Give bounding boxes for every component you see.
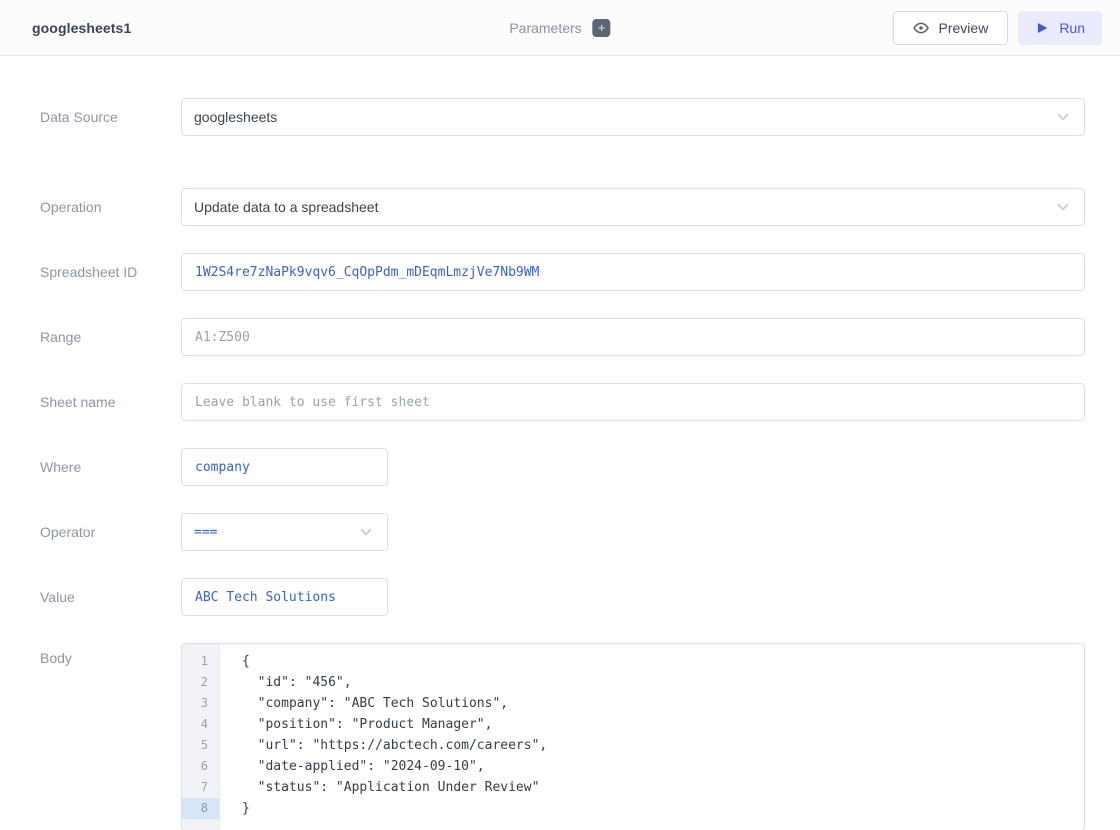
line-number: 6 <box>182 756 219 777</box>
code-line: "date-applied": "2024-09-10", <box>242 756 1084 777</box>
spreadsheet-id-label: Spreadsheet ID <box>40 264 181 280</box>
line-number: 7 <box>182 777 219 798</box>
range-input[interactable] <box>181 318 1085 356</box>
body-label: Body <box>40 643 181 666</box>
operation-row: Operation Update data to a spreadsheet <box>40 188 1085 226</box>
preview-button-label: Preview <box>939 20 989 36</box>
value-label: Value <box>40 589 181 605</box>
eye-icon <box>913 20 929 36</box>
line-number: 1 <box>182 651 219 672</box>
value-input[interactable] <box>181 578 388 616</box>
spreadsheet-id-input[interactable] <box>181 253 1085 291</box>
operator-select[interactable]: === <box>181 513 388 551</box>
code-line: "company": "ABC Tech Solutions", <box>242 693 1084 714</box>
chevron-down-icon <box>1054 108 1072 126</box>
operator-value: === <box>194 525 217 540</box>
value-row: Value <box>40 578 1085 616</box>
code-line: "id": "456", <box>242 672 1084 693</box>
line-number-active: 8 <box>182 798 219 819</box>
operator-row: Operator === <box>40 513 1085 551</box>
run-button-label: Run <box>1059 20 1085 36</box>
plus-icon: + <box>598 19 606 36</box>
where-label: Where <box>40 459 181 475</box>
line-number: 3 <box>182 693 219 714</box>
where-input[interactable] <box>181 448 388 486</box>
operator-label: Operator <box>40 524 181 540</box>
where-row: Where <box>40 448 1085 486</box>
code-area[interactable]: { "id": "456", "company": "ABC Tech Solu… <box>220 644 1084 830</box>
code-line: } <box>242 798 1084 819</box>
code-line: "url": "https://abctech.com/careers", <box>242 735 1084 756</box>
query-form: Data Source googlesheets Operation Updat… <box>0 56 1120 830</box>
parameters-label: Parameters <box>509 20 581 36</box>
data-source-row: Data Source googlesheets <box>40 98 1085 136</box>
header-actions: Preview Run <box>893 11 1102 45</box>
sheet-name-label: Sheet name <box>40 394 181 410</box>
add-parameter-button[interactable]: + <box>593 19 611 37</box>
parameters-section: Parameters + <box>509 19 610 37</box>
operation-label: Operation <box>40 199 181 215</box>
spreadsheet-id-row: Spreadsheet ID <box>40 253 1085 291</box>
operation-select[interactable]: Update data to a spreadsheet <box>181 188 1085 226</box>
code-line: { <box>242 651 1084 672</box>
line-number: 2 <box>182 672 219 693</box>
sheet-name-input[interactable] <box>181 383 1085 421</box>
line-number: 5 <box>182 735 219 756</box>
chevron-down-icon <box>1054 198 1072 216</box>
operation-value: Update data to a spreadsheet <box>194 199 378 215</box>
code-line: "status": "Application Under Review" <box>242 777 1084 798</box>
line-number: 4 <box>182 714 219 735</box>
range-label: Range <box>40 329 181 345</box>
body-code-editor[interactable]: 1 2 3 4 5 6 7 8 { "id": "456", "company"… <box>181 643 1085 830</box>
sheet-name-row: Sheet name <box>40 383 1085 421</box>
query-name: googlesheets1 <box>32 20 131 36</box>
range-row: Range <box>40 318 1085 356</box>
code-line: "position": "Product Manager", <box>242 714 1084 735</box>
data-source-select[interactable]: googlesheets <box>181 98 1085 136</box>
body-row: Body 1 2 3 4 5 6 7 8 { "id": "456", "com… <box>40 643 1085 830</box>
preview-button[interactable]: Preview <box>893 11 1009 45</box>
data-source-value: googlesheets <box>194 109 277 125</box>
data-source-label: Data Source <box>40 109 181 125</box>
query-header: googlesheets1 Parameters + Preview Run <box>0 0 1120 56</box>
run-button[interactable]: Run <box>1018 11 1102 45</box>
chevron-down-icon <box>357 523 375 541</box>
line-number-gutter: 1 2 3 4 5 6 7 8 <box>182 644 220 830</box>
play-icon <box>1035 21 1049 35</box>
